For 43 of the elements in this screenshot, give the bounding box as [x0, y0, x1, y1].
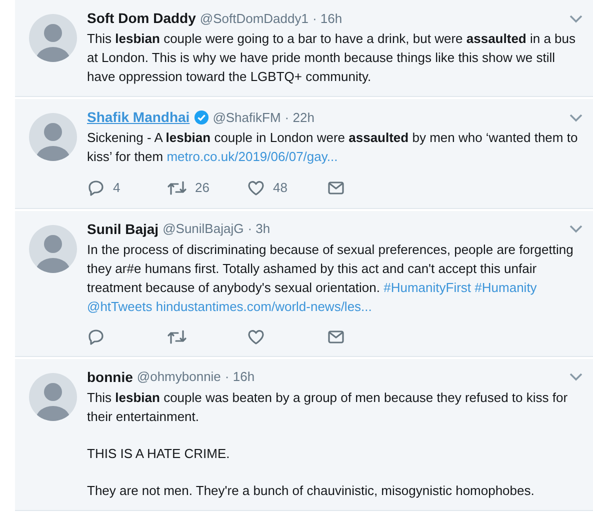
verified-badge-icon: [194, 110, 209, 125]
link[interactable]: @htTweets: [87, 298, 152, 314]
user-name[interactable]: Shafik Mandhai: [87, 107, 190, 128]
user-handle[interactable]: @ShafikFM: [212, 108, 281, 128]
speech-bubble-icon[interactable]: [87, 178, 105, 197]
heart-icon[interactable]: [247, 178, 265, 197]
link[interactable]: #Humanity: [474, 280, 537, 294]
user-handle[interactable]: @ohmybonnie: [136, 367, 221, 387]
tweet-text: This lesbian couple was beaten by a group of men because they refused to kiss for their entertainment.: [87, 388, 569, 426]
avatar[interactable]: [29, 14, 77, 62]
action-count: 26: [195, 179, 210, 197]
tweet-text: THIS IS A HATE CRIME.: [87, 444, 231, 462]
chevron-down-icon[interactable]: [569, 224, 583, 234]
chevron-down-icon[interactable]: [569, 372, 583, 382]
user-name[interactable]: Soft Dom Daddy: [87, 8, 196, 29]
link[interactable]: hindustantimes.com/world-news/les...: [156, 298, 372, 314]
user-name[interactable]: bonnie: [87, 366, 133, 388]
tweet-time[interactable]: · 16h: [312, 8, 342, 28]
link[interactable]: metro.co.uk/2019/06/07/gay...: [166, 149, 338, 164]
user-handle[interactable]: @SunilBajajG: [162, 219, 244, 239]
tweet-text: They are not men. They're a bunch of chauvinistic, misogynistic homophobes.: [87, 482, 536, 500]
tweet-text: Sickening - A lesbian couple in London were assaulted by men who ‘wanted them to kiss’ for them metro.co.uk/2019/06/07/gay...: [87, 129, 579, 166]
heart-icon[interactable]: [247, 328, 265, 346]
speech-bubble-icon[interactable]: [87, 328, 105, 346]
tweet-time[interactable]: · 16h: [224, 367, 255, 387]
retweet-icon[interactable]: [167, 328, 187, 346]
tweet-time[interactable]: · 3h: [248, 219, 270, 239]
avatar[interactable]: [29, 224, 77, 272]
user-handle[interactable]: @SoftDomDaddy1: [200, 8, 308, 28]
tweet-text: In the process of discriminating because of sexual preferences, people are forgetting they ar#e humans first. Totally ashamed by this act and can't accept this unfair treatment because of anybody's sexual orientation. #HumanityFirst #Humanity @htTweets hindustantimes.com/world-news/les...: [87, 240, 574, 316]
action-count: 4: [113, 179, 120, 197]
avatar[interactable]: [29, 113, 77, 161]
user-name[interactable]: Sunil Bajaj: [87, 218, 159, 240]
avatar[interactable]: [29, 372, 77, 420]
retweet-icon[interactable]: [167, 178, 187, 197]
chevron-down-icon[interactable]: [569, 14, 583, 24]
chevron-down-icon[interactable]: [569, 112, 583, 122]
link[interactable]: #HumanityFirst: [384, 280, 472, 294]
tweet-text: This lesbian couple were going to a bar to have a drink, but were assaulted in a bus at London. This is why we have pride month because things like this show we still have oppression toward the LGBTQ+ community.: [87, 30, 577, 86]
tweet-time[interactable]: · 22h: [284, 108, 314, 128]
envelope-icon[interactable]: [327, 328, 345, 346]
envelope-icon[interactable]: [327, 178, 345, 197]
action-count: 48: [273, 179, 288, 197]
